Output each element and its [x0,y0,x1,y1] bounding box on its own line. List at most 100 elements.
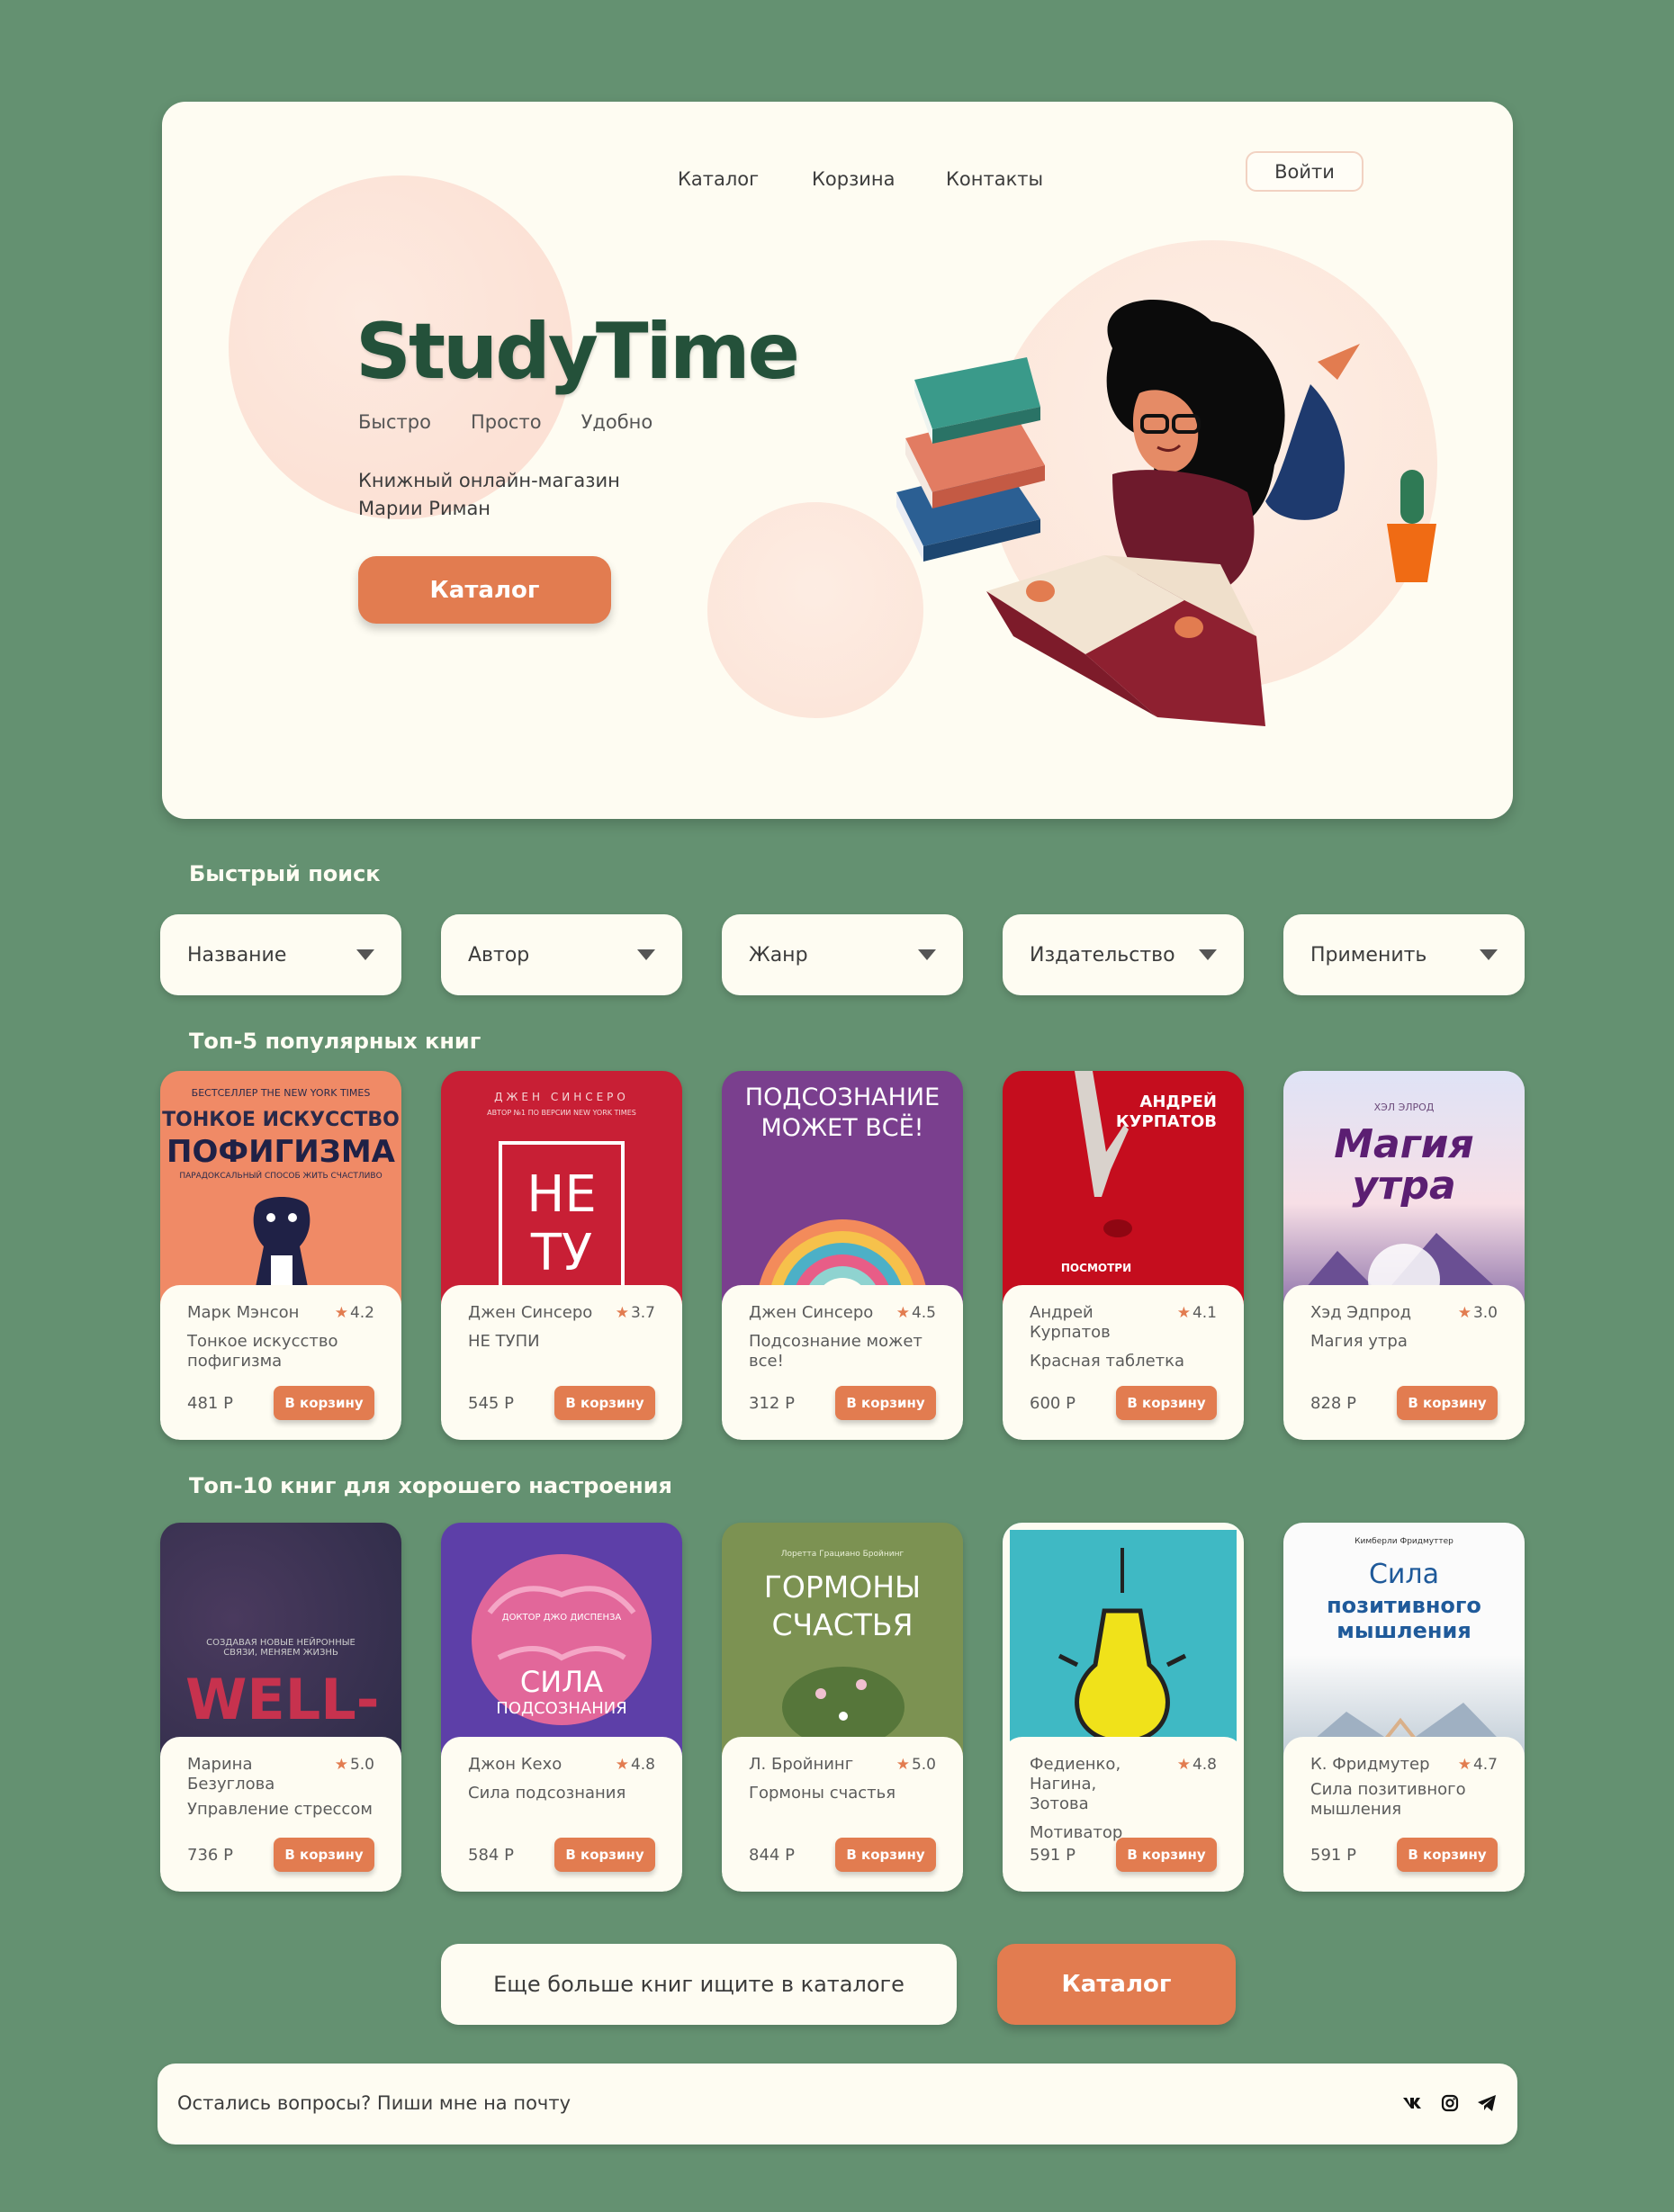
book-card[interactable]: ПОДСОЗНАНИЕ МОЖЕТ ВСЁ! Джен Синсеро ★ 4.5 … [722,1071,963,1440]
cover-text: ТУ [530,1224,593,1282]
book-cover: ДЖЕН СИНСЕРО АВТОР №1 ПО ВЕРСИИ NEW YORK… [441,1071,682,1312]
filter-publisher[interactable]: Издательство [1003,914,1244,995]
star-icon: ★ [615,1756,629,1774]
nav-cart[interactable]: Корзина [812,168,896,190]
add-to-cart-button[interactable]: В корзину [274,1838,374,1872]
book-card[interactable]: Лоретта Грациано Бройнинг ГОРМОНЫ СЧАСТЬ… [722,1523,963,1892]
cactus-icon [1387,470,1436,582]
vk-icon[interactable] [1400,2091,1426,2116]
brand-logo: StudyTime [356,307,800,397]
catalog-button[interactable]: Каталог [997,1944,1236,2025]
book-cover: СОЗДАВАЯ НОВЫЕ НЕЙРОННЫЕ СВЯЗИ, МЕНЯЕМ Ж… [160,1523,401,1764]
book-cover: АНДРЕЙ КУРПАТОВ ПОСМОТРИ [1003,1071,1244,1312]
cover-text: Сила [1368,1559,1439,1590]
hero-catalog-button[interactable]: Каталог [358,556,611,624]
nav-catalog[interactable]: Каталог [678,168,759,190]
slogans: Быстро Просто Удобно [358,411,692,433]
telegram-icon[interactable] [1474,2091,1499,2116]
filter-label: Издательство [1030,943,1175,967]
caret-down-icon [1199,949,1217,960]
brain-plant-icon [782,1667,904,1748]
book-card[interactable]: Федиенко, Нагина, Зотова ★ 4.8 Мотиватор 5… [1003,1523,1244,1892]
book-cover: ПОДСОЗНАНИЕ МОЖЕТ ВСЁ! [722,1071,963,1312]
star-icon: ★ [896,1756,910,1774]
add-to-cart-button[interactable]: В корзину [1397,1386,1498,1420]
filter-label: Автор [468,943,530,967]
book-rating: ★ 4.2 [335,1303,374,1323]
add-to-cart-button[interactable]: В корзину [1397,1838,1498,1872]
rating-value: 4.7 [1472,1756,1498,1774]
book-author: Марк Мэнсон [187,1303,300,1322]
cover-text: ПОСМОТРИ [1060,1262,1132,1274]
book-title: Гормоны счастья [749,1784,896,1803]
book-title: Магия утра [1310,1332,1408,1351]
filter-apply[interactable]: Применить [1283,914,1525,995]
rating-value: 4.5 [911,1304,936,1322]
book-card[interactable]: ДОКТОР ДЖО ДИСПЕНЗА СИЛА ПОДСОЗНАНИЯ Джо… [441,1523,682,1892]
book-card[interactable]: АНДРЕЙ КУРПАТОВ ПОСМОТРИ Андрей Курпатов… [1003,1071,1244,1440]
cover-text: Магия [1334,1121,1474,1167]
rating-value: 3.0 [1472,1304,1498,1322]
top10-title: Топ-10 книг для хорошего настроения [189,1473,672,1498]
hero-desc-line: Марии Риман [358,498,491,519]
book-card[interactable]: Кимберли Фридмуттер Сила позитивного мыш… [1283,1523,1525,1892]
book-info: Андрей Курпатов ★ 4.1 Красная таблетка 600… [1003,1285,1244,1440]
add-to-cart-button[interactable]: В корзину [1116,1838,1217,1872]
nav-contacts[interactable]: Контакты [946,168,1043,190]
rating-value: 5.0 [911,1756,936,1774]
cover-text: ДОКТОР ДЖО ДИСПЕНЗА [501,1613,622,1623]
star-icon: ★ [334,1756,348,1774]
books-stack-icon [896,357,1045,562]
star-icon: ★ [1176,1304,1191,1322]
lightbulb-icon [1058,1548,1187,1744]
book-info: Марина Безуглова ★ 5.0 Управление стрессом… [160,1737,401,1892]
book-card[interactable]: ХЭЛ ЭЛРОД Магия утра Хэд Эдпрод ★ 3.0 Маги… [1283,1071,1525,1440]
cover-text: WELL- [185,1667,380,1732]
book-info: Джен Синсеро ★ 4.5 Подсознание может все! … [722,1285,963,1440]
book-title: Подсознание может все! [749,1332,922,1371]
add-to-cart-button[interactable]: В корзину [274,1386,374,1420]
top5-title: Топ-5 популярных книг [189,1029,482,1054]
book-author: Федиенко, Нагина, Зотова [1030,1755,1121,1813]
book-card[interactable]: БЕСТСЕЛЛЕР THE NEW YORK TIMES ТОНКОЕ ИСК… [160,1071,401,1440]
add-to-cart-button[interactable]: В корзину [554,1386,655,1420]
add-to-cart-button[interactable]: В корзину [1116,1386,1217,1420]
star-icon: ★ [1457,1304,1472,1322]
book-rating: ★ 4.8 [1177,1755,1217,1775]
add-to-cart-button[interactable]: В корзину [554,1838,655,1872]
book-cover: Кимберли Фридмуттер Сила позитивного мыш… [1283,1523,1525,1764]
book-price: 844 Р [749,1845,795,1865]
book-author: К. Фридмутер [1310,1755,1430,1774]
rating-value: 4.8 [1192,1756,1217,1774]
cover-text: Кимберли Фридмуттер [1354,1537,1454,1546]
book-price: 481 Р [187,1393,233,1413]
footer: Остались вопросы? Пиши мне на почту [158,2064,1517,2145]
book-cover: БЕСТСЕЛЛЕР THE NEW YORK TIMES ТОНКОЕ ИСК… [160,1071,401,1312]
add-to-cart-button[interactable]: В корзину [835,1838,936,1872]
book-rating: ★ 4.1 [1177,1303,1217,1323]
book-author: Л. Бройнинг [749,1755,854,1774]
book-rating: ★ 4.5 [896,1303,936,1323]
caret-down-icon [918,949,936,960]
cover-text: МОЖЕТ ВСЁ! [760,1114,924,1142]
caret-down-icon [1480,949,1498,960]
filter-title[interactable]: Название [160,914,401,995]
filter-genre[interactable]: Жанр [722,914,963,995]
book-info: Джен Синсеро ★ 3.7 НЕ ТУПИ 545 Р В корзину [441,1285,682,1440]
add-to-cart-button[interactable]: В корзину [835,1386,936,1420]
book-card[interactable]: СОЗДАВАЯ НОВЫЕ НЕЙРОННЫЕ СВЯЗИ, МЕНЯЕМ Ж… [160,1523,401,1892]
book-cover: Лоретта Грациано Бройнинг ГОРМОНЫ СЧАСТЬ… [722,1523,963,1764]
login-button[interactable]: Войти [1246,151,1364,192]
hero-desc-line: Книжный онлайн-магазин [358,470,620,491]
book-cover: ДОКТОР ДЖО ДИСПЕНЗА СИЛА ПОДСОЗНАНИЯ [441,1523,682,1764]
book-card[interactable]: ДЖЕН СИНСЕРО АВТОР №1 ПО ВЕРСИИ NEW YORK… [441,1071,682,1440]
filter-author[interactable]: Автор [441,914,682,995]
star-icon: ★ [615,1304,629,1322]
book-info: Марк Мэнсон ★ 4.2 Тонкое искусство пофигиз… [160,1285,401,1440]
instagram-icon[interactable] [1437,2091,1462,2116]
more-books-hint: Еще больше книг ищите в каталоге [441,1944,957,2025]
book-title: НЕ ТУПИ [468,1332,540,1351]
rating-value: 4.8 [630,1756,655,1774]
cover-text: утра [1352,1163,1456,1209]
cover-text: ПОДСОЗНАНИЯ [496,1699,627,1718]
